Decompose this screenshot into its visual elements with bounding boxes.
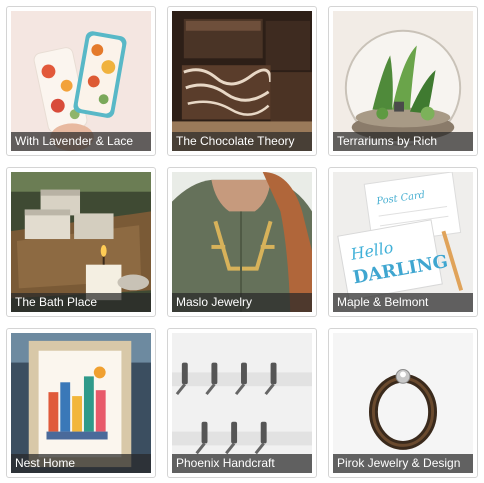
shop-tile-pirok-jewelry-design[interactable]: Pirok Jewelry & Design bbox=[328, 328, 478, 478]
shop-name: Maslo Jewelry bbox=[172, 293, 312, 312]
shop-tile-nest-home[interactable]: Nest Home bbox=[6, 328, 156, 478]
shop-tile-maple-belmont[interactable]: Post Card Hello DARLING Maple & Belmont bbox=[328, 167, 478, 317]
shop-photo: Terrariums by Rich bbox=[333, 11, 473, 151]
shop-photo: The Bath Place bbox=[11, 172, 151, 312]
shop-name: Terrariums by Rich bbox=[333, 132, 473, 151]
shop-photo: Phoenix Handcraft bbox=[172, 333, 312, 473]
shop-grid: With Lavender & Lace The Chocolate Theor… bbox=[0, 0, 484, 483]
shop-name: Maple & Belmont bbox=[333, 293, 473, 312]
shop-photo: Post Card Hello DARLING Maple & Belmont bbox=[333, 172, 473, 312]
shop-tile-terrariums-by-rich[interactable]: Terrariums by Rich bbox=[328, 6, 478, 156]
shop-name: With Lavender & Lace bbox=[11, 132, 151, 151]
shop-photo: The Chocolate Theory bbox=[172, 11, 312, 151]
shop-tile-the-chocolate-theory[interactable]: The Chocolate Theory bbox=[167, 6, 317, 156]
shop-name: Pirok Jewelry & Design bbox=[333, 454, 473, 473]
shop-photo: Pirok Jewelry & Design bbox=[333, 333, 473, 473]
shop-name: The Bath Place bbox=[11, 293, 151, 312]
shop-tile-with-lavender-lace[interactable]: With Lavender & Lace bbox=[6, 6, 156, 156]
shop-name: The Chocolate Theory bbox=[172, 132, 312, 151]
shop-name: Phoenix Handcraft bbox=[172, 454, 312, 473]
shop-tile-phoenix-handcraft[interactable]: Phoenix Handcraft bbox=[167, 328, 317, 478]
shop-name: Nest Home bbox=[11, 454, 151, 473]
shop-tile-the-bath-place[interactable]: The Bath Place bbox=[6, 167, 156, 317]
shop-photo: With Lavender & Lace bbox=[11, 11, 151, 151]
shop-tile-maslo-jewelry[interactable]: Maslo Jewelry bbox=[167, 167, 317, 317]
shop-photo: Nest Home bbox=[11, 333, 151, 473]
shop-photo: Maslo Jewelry bbox=[172, 172, 312, 312]
